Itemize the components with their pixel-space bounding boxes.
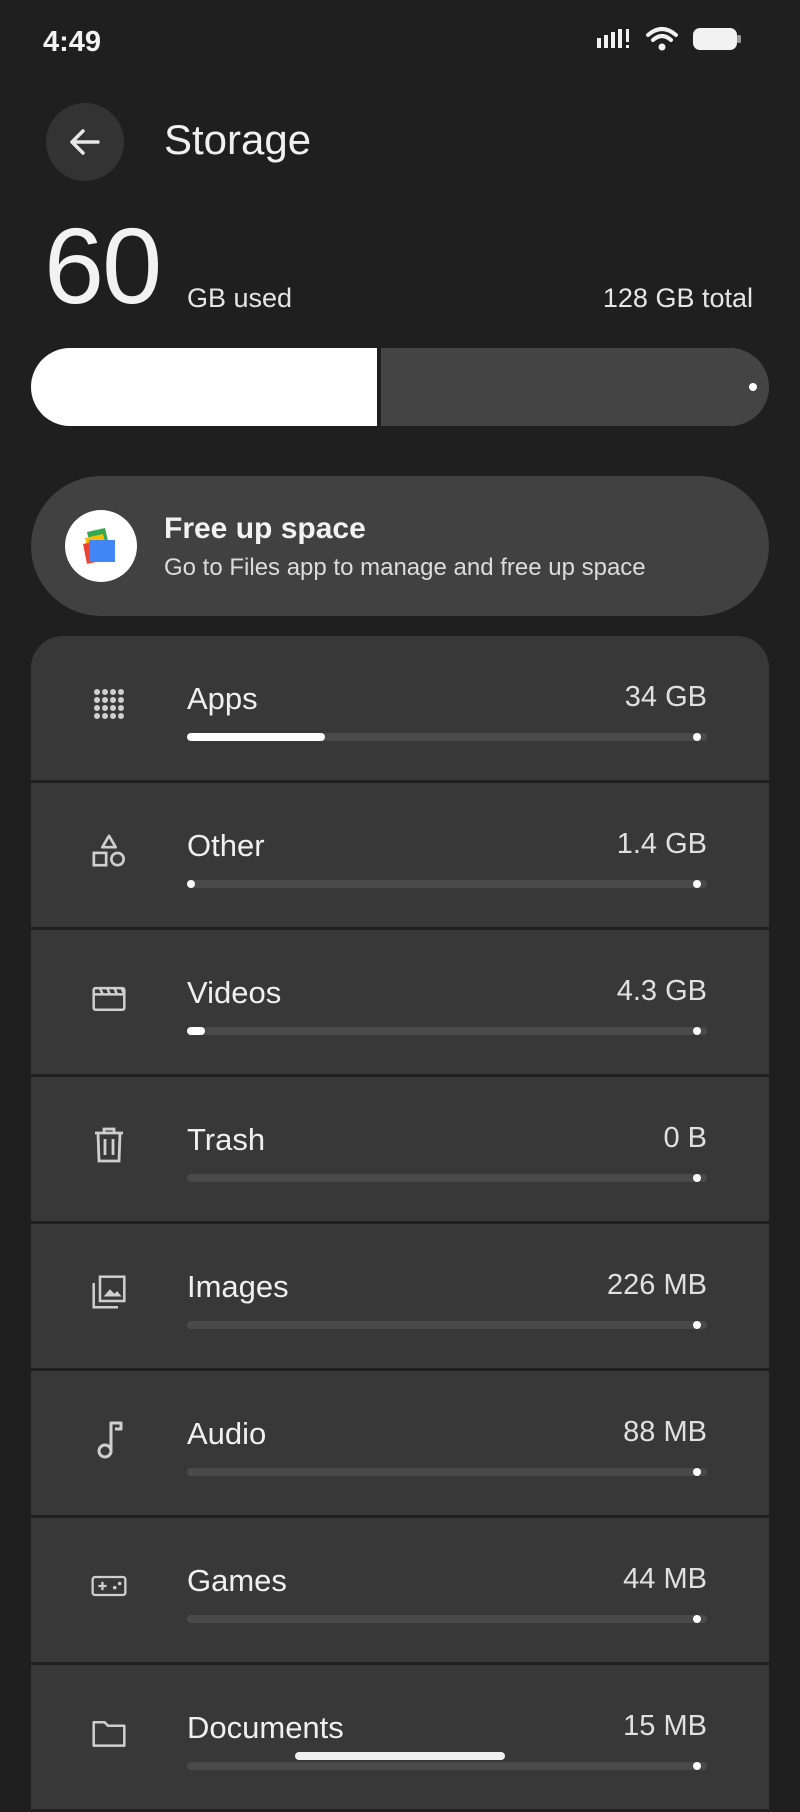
category-usage-bar <box>187 733 707 741</box>
back-button[interactable] <box>46 103 124 181</box>
used-storage-label: GB used <box>187 283 293 313</box>
category-name: Games <box>187 1563 287 1598</box>
gamepad-icon <box>91 1568 127 1604</box>
category-name: Audio <box>187 1416 267 1451</box>
signal-icon <box>597 29 629 48</box>
category-name: Other <box>187 828 265 863</box>
free-up-space-card[interactable]: Free up space Go to Files app to manage … <box>31 476 769 616</box>
category-usage-bar <box>187 1027 707 1035</box>
category-usage-end-dot <box>693 1762 701 1770</box>
category-name: Videos <box>187 975 282 1010</box>
apps-grid-icon <box>91 686 127 722</box>
category-row-audio[interactable]: Audio 88 MB <box>31 1371 769 1515</box>
wifi-icon <box>646 27 678 51</box>
free-up-space-subtitle: Go to Files app to manage and free up sp… <box>164 554 646 581</box>
home-indicator[interactable] <box>295 1752 505 1760</box>
category-usage-bar <box>187 1174 707 1182</box>
category-usage-fill <box>187 880 195 888</box>
storage-category-list: Apps 34 GB Other 1.4 GB Videos 4.3 GB Tr… <box>31 636 769 1812</box>
category-row-other[interactable]: Other 1.4 GB <box>31 783 769 927</box>
category-usage-end-dot <box>693 733 701 741</box>
category-size: 226 MB <box>607 1269 707 1301</box>
storage-usage-fill <box>31 348 382 426</box>
status-icons <box>596 26 742 52</box>
folder-icon <box>91 1715 127 1751</box>
category-name: Images <box>187 1269 289 1304</box>
page-title: Storage <box>164 116 312 163</box>
category-usage-fill <box>187 1027 205 1035</box>
shapes-icon <box>91 833 127 869</box>
status-bar: 4:49 <box>0 0 800 90</box>
category-size: 44 MB <box>623 1563 707 1595</box>
category-usage-end-dot <box>693 1468 701 1476</box>
category-size: 4.3 GB <box>616 975 707 1007</box>
category-usage-end-dot <box>693 1027 701 1035</box>
category-usage-bar <box>187 1762 707 1770</box>
used-storage-value: 60 <box>44 205 162 326</box>
category-name: Apps <box>187 681 258 716</box>
category-row-games[interactable]: Games 44 MB <box>31 1518 769 1662</box>
battery-icon <box>693 28 741 50</box>
clapperboard-icon <box>91 980 127 1016</box>
free-up-space-title: Free up space <box>164 512 366 545</box>
category-size: 1.4 GB <box>616 828 707 860</box>
image-stack-icon <box>91 1274 127 1310</box>
storage-usage-track <box>31 348 769 426</box>
category-usage-end-dot <box>693 880 701 888</box>
category-row-trash[interactable]: Trash 0 B <box>31 1077 769 1221</box>
category-usage-bar <box>187 1615 707 1623</box>
arrow-left-icon <box>70 129 100 155</box>
category-row-documents[interactable]: Documents 15 MB <box>31 1665 769 1809</box>
trash-icon <box>91 1127 127 1163</box>
total-storage-label: 128 GB total <box>602 283 753 313</box>
status-time: 4:49 <box>43 26 102 58</box>
category-usage-bar <box>187 1468 707 1476</box>
category-size: 34 GB <box>624 681 707 713</box>
category-name: Trash <box>187 1122 266 1157</box>
category-usage-end-dot <box>693 1174 701 1182</box>
category-usage-end-dot <box>693 1321 701 1329</box>
category-row-videos[interactable]: Videos 4.3 GB <box>31 930 769 1074</box>
category-usage-fill <box>187 733 326 741</box>
category-row-images[interactable]: Images 226 MB <box>31 1224 769 1368</box>
category-usage-bar <box>187 1321 707 1329</box>
storage-usage-end-dot <box>749 383 757 391</box>
category-usage-end-dot <box>693 1615 701 1623</box>
category-size: 88 MB <box>623 1416 707 1448</box>
category-row-apps[interactable]: Apps 34 GB <box>31 636 769 780</box>
storage-usage-bar <box>31 348 769 426</box>
category-usage-bar <box>187 880 707 888</box>
category-name: Documents <box>187 1710 344 1745</box>
category-size: 15 MB <box>623 1710 707 1742</box>
files-app-icon <box>65 510 137 582</box>
category-size: 0 B <box>663 1122 707 1154</box>
music-note-icon <box>91 1421 127 1459</box>
